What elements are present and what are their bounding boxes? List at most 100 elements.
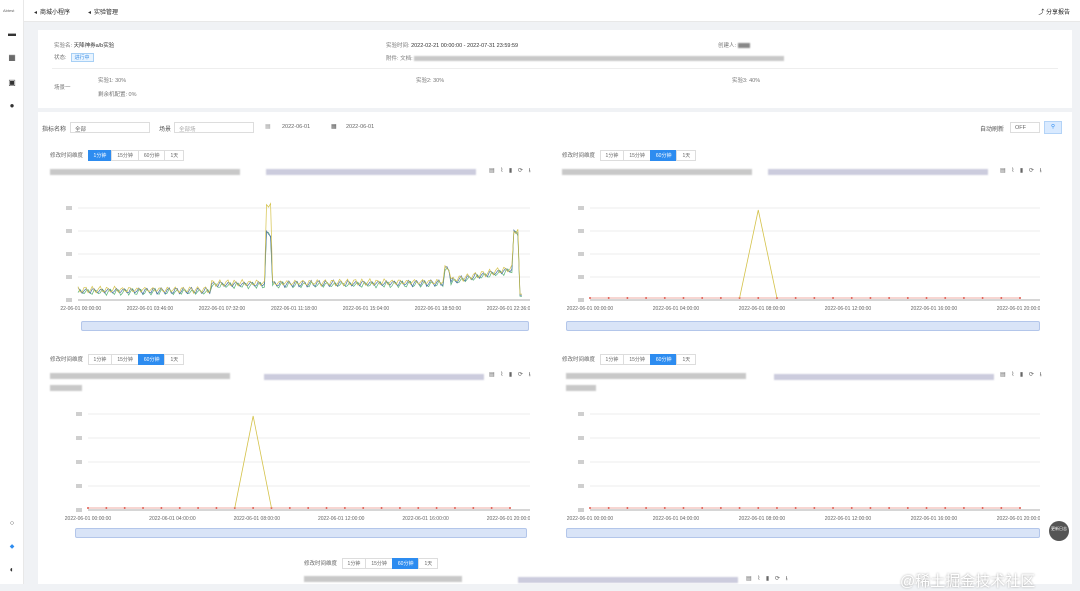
chart2-plot: 2022-06-01 00:00:00 2022-06-01 04:00:00 20… bbox=[567, 206, 1040, 312]
chart1-legend[interactable] bbox=[266, 169, 476, 175]
changelog-button[interactable]: 更新日志 bbox=[1049, 521, 1069, 541]
metric-select[interactable]: 全部 bbox=[70, 122, 150, 133]
y-tick-label bbox=[578, 484, 584, 488]
granularity-group-1: 修改时间维度 1分钟 15分钟 60分钟 1天 bbox=[50, 150, 185, 161]
chart2-zoom-slider[interactable] bbox=[566, 321, 1040, 331]
gran-60min[interactable]: 60分钟 bbox=[137, 354, 166, 365]
gran-1day[interactable]: 1天 bbox=[164, 150, 185, 161]
chart4-legend[interactable] bbox=[774, 374, 994, 380]
scene-filter-label: 场景 bbox=[159, 127, 172, 133]
scene-select[interactable]: 全部场 bbox=[174, 122, 254, 133]
gran-15min[interactable]: 15分钟 bbox=[111, 150, 139, 161]
search-button[interactable]: ⚲ bbox=[1044, 121, 1062, 134]
fab-label: 更新日志 bbox=[1051, 526, 1067, 531]
report-icon[interactable]: ▣ bbox=[8, 79, 16, 87]
label: 文档: bbox=[400, 56, 413, 62]
y-tick-label bbox=[76, 460, 82, 464]
x-tick-label: 2022-06-01 12:00:00 bbox=[318, 516, 365, 522]
x-tick-label: 2022-06-01 12:00:00 bbox=[825, 306, 872, 312]
app-logo: Abtest bbox=[3, 8, 15, 13]
chart5-toolbox[interactable]: ▤ ⌇ ▮ ⟳ ⭳ bbox=[746, 574, 790, 584]
gran-1day[interactable]: 1天 bbox=[164, 354, 185, 365]
chart5-legend[interactable] bbox=[518, 577, 738, 583]
x-tick-label: 2022-06-01 04:00:00 bbox=[149, 516, 196, 522]
gran-60min[interactable]: 60分钟 bbox=[649, 354, 678, 365]
gran-60min[interactable]: 60分钟 bbox=[137, 150, 166, 161]
chart3-zoom-slider[interactable] bbox=[75, 528, 527, 538]
y-tick-label bbox=[66, 252, 72, 256]
x-tick-label: 2022-06-01 15:04:00 bbox=[343, 306, 390, 312]
gran-15min[interactable]: 15分钟 bbox=[111, 354, 139, 365]
chart3-toolbox[interactable]: ▤ ⌇ ▮ ⟳ ⭳ bbox=[489, 370, 533, 380]
chart3-subtitle bbox=[50, 385, 82, 391]
gran-15min[interactable]: 15分钟 bbox=[365, 558, 393, 569]
gran-1min[interactable]: 1分钟 bbox=[87, 150, 113, 161]
exp3-ratio: 实验3: 40% bbox=[732, 78, 761, 84]
series-line bbox=[77, 202, 522, 295]
chart1-zoom-slider[interactable] bbox=[81, 321, 529, 331]
share-report-button[interactable]: ⤴ 分享报告 bbox=[1038, 7, 1070, 16]
crumb-experiments[interactable]: ◂ 实验管理 bbox=[88, 7, 118, 16]
gran-1min[interactable]: 1分钟 bbox=[599, 150, 625, 161]
gran-1day[interactable]: 1天 bbox=[676, 150, 697, 161]
x-tick-label: 2022-06-01 20:00:00 bbox=[487, 516, 530, 522]
x-tick-label: 2022-06-01 12:00:00 bbox=[825, 516, 872, 522]
calendar-icon: ▦ bbox=[265, 124, 271, 130]
label: 实验名: bbox=[54, 43, 73, 49]
calendar-icon[interactable]: ▦ bbox=[8, 54, 16, 62]
gran-15min[interactable]: 15分钟 bbox=[623, 150, 651, 161]
settings-icon[interactable]: ○ bbox=[8, 520, 16, 528]
label: 实验时间: bbox=[386, 43, 410, 49]
granularity-label: 修改时间维度 bbox=[304, 561, 338, 567]
gran-1day[interactable]: 1天 bbox=[676, 354, 697, 365]
granularity-label: 修改时间维度 bbox=[50, 357, 84, 363]
x-tick-label: 2022-06-01 11:18:00 bbox=[271, 306, 317, 312]
chart1-toolbox[interactable]: ▤ ⌇ ▮ ⟳ ⭳ bbox=[489, 166, 533, 176]
crumb-mall[interactable]: ◂ 商城小程序 bbox=[34, 7, 70, 16]
date-start-input[interactable]: 2022-06-01 bbox=[278, 122, 328, 133]
chart1-title bbox=[50, 169, 240, 175]
y-tick-label bbox=[76, 508, 82, 512]
chart2-toolbox[interactable]: ▤ ⌇ ▮ ⟳ ⭳ bbox=[1000, 166, 1044, 176]
doc-link[interactable] bbox=[414, 56, 785, 62]
y-tick-label bbox=[578, 436, 584, 440]
gran-15min[interactable]: 15分钟 bbox=[623, 354, 651, 365]
creator-row: 创建人: bbox=[718, 41, 750, 49]
user-icon[interactable]: ● bbox=[8, 102, 16, 110]
gran-60min[interactable]: 60分钟 bbox=[391, 558, 420, 569]
chart4-title bbox=[566, 373, 746, 379]
auto-refresh-select[interactable]: OFF bbox=[1010, 122, 1040, 133]
label: 状态: bbox=[54, 55, 67, 61]
avatar-icon[interactable]: ◐ bbox=[8, 566, 16, 574]
dot-icon[interactable]: ◆ bbox=[8, 543, 16, 551]
date-end-input[interactable]: 2022-06-01 bbox=[342, 122, 392, 133]
crumb-label: 实验管理 bbox=[94, 10, 119, 16]
chart3-legend[interactable] bbox=[264, 374, 484, 380]
x-tick-label: 2022-06-01 03:46:00 bbox=[127, 306, 174, 312]
granularity-group-5: 修改时间维度 1分钟 15分钟 60分钟 1天 bbox=[304, 558, 439, 569]
chart4-zoom-slider[interactable] bbox=[566, 528, 1040, 538]
gran-1min[interactable]: 1分钟 bbox=[599, 354, 625, 365]
chart4-toolbox[interactable]: ▤ ⌇ ▮ ⟳ ⭳ bbox=[1000, 370, 1044, 380]
exp-time-value: 2022-02-21 00:00:00 - 2022-07-31 23:59:5… bbox=[411, 43, 519, 49]
gran-1day[interactable]: 1天 bbox=[418, 558, 439, 569]
x-tick-label: 2022-06-01 00:00:00 bbox=[65, 516, 112, 522]
gran-1min[interactable]: 1分钟 bbox=[341, 558, 367, 569]
y-tick-label bbox=[66, 275, 72, 279]
back-arrow-icon: ◂ bbox=[34, 10, 38, 16]
chart2-legend[interactable] bbox=[768, 169, 988, 175]
gran-1min[interactable]: 1分钟 bbox=[87, 354, 113, 365]
experiment-info-card: 实验名: 天降神券a/b实验 状态: 进行中 实验时间: 2022-02-21 0… bbox=[38, 30, 1072, 108]
y-tick-label bbox=[578, 412, 584, 416]
x-tick-label: 2022-06-01 04:00:00 bbox=[653, 516, 700, 522]
share-icon: ⤴ bbox=[1038, 10, 1046, 16]
x-tick-label: 2022-06-01 08:00:00 bbox=[739, 516, 786, 522]
monitor-icon[interactable]: ▬ bbox=[8, 30, 16, 38]
main-panel: 指标名称 全部 场景 全部场 ▦ 2022-06-01 ▦ 2022-06-01… bbox=[38, 112, 1072, 584]
sidebar: Abtest ▬ ▦ ▣ ● ○ ◆ ◐ bbox=[0, 0, 24, 584]
watermark: @稀土掘金技术社区 bbox=[900, 573, 1036, 590]
exp-time-row: 实验时间: 2022-02-21 00:00:00 - 2022-07-31 2… bbox=[386, 41, 518, 49]
gran-60min[interactable]: 60分钟 bbox=[649, 150, 678, 161]
status-row: 状态: 进行中 bbox=[54, 53, 94, 62]
y-tick-label bbox=[76, 436, 82, 440]
